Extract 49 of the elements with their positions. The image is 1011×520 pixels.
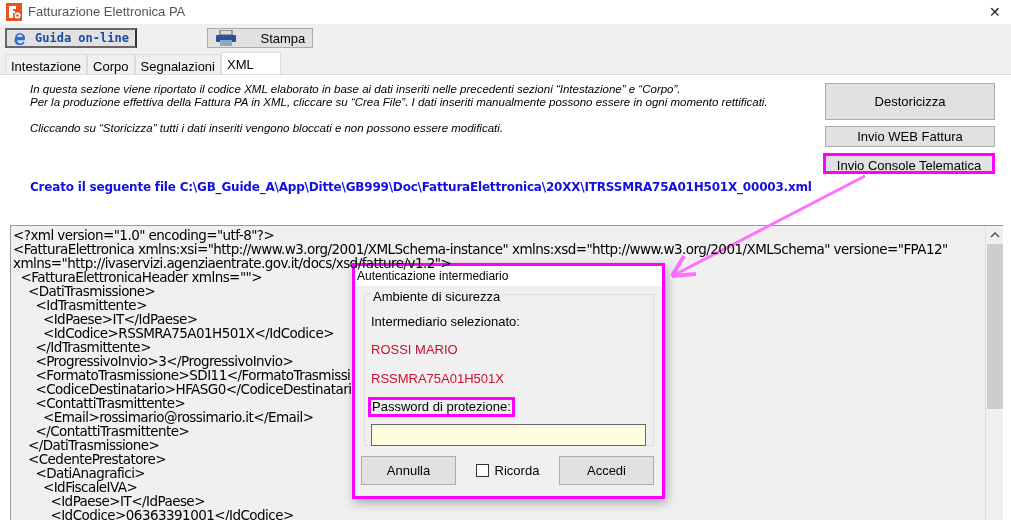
code-line: </DatiTrasmissione> <box>26 438 160 452</box>
code-line: <DatiAnagrafici> <box>34 466 146 480</box>
info-text: Per la produzione effettiva della Fattura PA in XML, cliccare su “Crea File”. I dati inseriti manualmente possono essere in ogni momento rettificati. <box>30 96 769 109</box>
scrollbar-thumb[interactable] <box>987 244 1003 409</box>
code-line: <DatiTrasmissione> <box>26 284 156 298</box>
code-line: </ContattiTrasmittente> <box>34 424 190 438</box>
code-line: <ContattiTrasmittente> <box>34 396 186 410</box>
intermediary-name: ROSSI MARIO <box>371 340 459 359</box>
print-button[interactable]: Stampa <box>206 28 313 48</box>
action-button[interactable]: Invio WEB Fattura <box>825 126 995 147</box>
printer-icon <box>214 30 237 46</box>
code-line: <FatturaElettronica xmlns:xsi="http://www.w3.org/2001/XMLSchema-instance" xmlns:xsd="http://www.w3.org/2001/XMLSchema" versione="FPA12" <box>13 242 948 256</box>
code-line: <CedentePrestatore> <box>26 452 167 466</box>
code-line: <IdFiscaleIVA> <box>42 480 138 494</box>
code-line: <IdTrasmittente> <box>34 298 147 312</box>
info-text: Cliccando su “Storicizza” tutti i dati inseriti vengono bloccati e non possono essere modificati. <box>30 122 504 135</box>
intermediary-code: RSSMRA75A01H501X <box>371 370 505 388</box>
dialog-button[interactable]: Accedi <box>559 456 654 485</box>
browser-icon <box>13 31 27 45</box>
scroll-up-icon[interactable] <box>990 232 1000 238</box>
checkbox-label[interactable]: Ricorda <box>494 460 540 481</box>
dialog-button[interactable]: Annulla <box>361 456 456 485</box>
app-logo-icon <box>6 3 22 21</box>
code-line: <FatturaElettronicaHeader xmlns=""> <box>20 270 262 284</box>
code-line: <IdPaese>IT</IdPaese> <box>49 494 205 508</box>
code-line: <IdPaese>IT</IdPaese> <box>41 312 198 326</box>
checkbox[interactable] <box>475 464 489 477</box>
code-line: <?xml version="1.0" encoding="utf-8"?> <box>13 228 275 242</box>
field-label: Password di protezione: <box>368 396 515 417</box>
code-line: <CodiceDestinatario>HFASG0</CodiceDestinatari <box>34 382 352 396</box>
tab[interactable]: Intestazione <box>5 54 88 74</box>
help-button[interactable]: Guida on-line <box>5 28 137 48</box>
tab[interactable]: Segnalazioni <box>134 54 221 74</box>
tab[interactable]: XML <box>221 52 281 74</box>
code-line: <IdCodice>RSSMRA75A01H501X</IdCodice> <box>41 326 334 340</box>
tab[interactable]: Corpo <box>87 54 135 74</box>
close-button[interactable]: ✕ <box>989 1 1005 23</box>
code-line: <ProgressivoInvio>3</ProgressivoInvio> <box>34 354 294 368</box>
window-title: Fatturazione Elettronica PA <box>28 3 186 22</box>
scrollbar[interactable] <box>985 226 1003 520</box>
action-button[interactable]: Destoricizza <box>825 83 995 120</box>
info-text: In questa sezione viene riportato il codice XML elaborato in base ai dati inseriti nelle precedenti sezioni “Intestazione” e “Corpo”. <box>30 83 682 96</box>
code-line: </IdTrasmittente> <box>34 340 151 354</box>
password-field[interactable] <box>371 423 646 446</box>
action-button[interactable]: Invio Console Telematica <box>823 153 995 174</box>
code-line: <FormatoTrasmissione>SDI11</FormatoTrasmissi <box>34 368 351 382</box>
field-label: Intermediario selezionato: <box>371 313 521 331</box>
file-message: Creato il seguente file C:\GB_Guide_A\App\Ditte\GB999\Doc\FatturaElettronica\20XX\ITRSSMRA75A01H501X_00003.xml <box>29 179 813 196</box>
code-line: <Email>rossimario@rossimario.it</Email> <box>42 410 314 424</box>
